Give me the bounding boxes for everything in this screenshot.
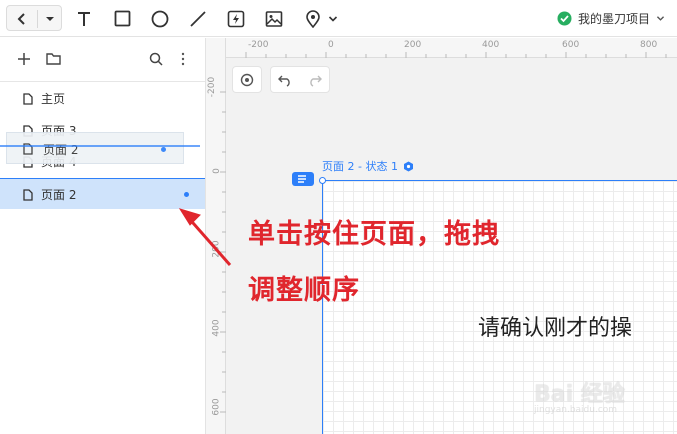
watermark-url: jingyan.baidu.com	[534, 405, 618, 415]
horizontal-ruler: -200 0 200 400 600 800	[206, 38, 677, 58]
more-tools-dropdown[interactable]	[326, 0, 340, 37]
ruler-tick: -200	[207, 76, 218, 98]
artboard-anchor-handle[interactable]	[319, 177, 326, 184]
caret-down-icon	[46, 16, 54, 21]
image-tool-button[interactable]	[262, 0, 286, 37]
ruler-ticks	[245, 52, 667, 58]
line-tool-button[interactable]	[186, 0, 210, 37]
location-pin-icon	[306, 9, 320, 28]
page-icon	[23, 93, 33, 105]
artboard-name: 页面 2 - 状态 1	[322, 160, 398, 173]
rectangle-icon	[114, 10, 130, 27]
target-icon	[240, 73, 254, 86]
back-button[interactable]	[7, 0, 37, 37]
drag-ghost-label: 页面 2	[43, 143, 79, 157]
project-selector[interactable]: 我的墨刀项目	[557, 0, 665, 37]
ruler-tick: 400	[482, 40, 500, 50]
undo-redo-group	[270, 66, 330, 93]
ellipse-tool-button[interactable]	[148, 0, 172, 37]
pages-sidebar: 主页 页面 3 页面 4 页面 2 页面 2	[0, 38, 206, 434]
baidu-watermark: Bai 经验 jingyan.baidu.com	[522, 366, 672, 426]
redo-icon[interactable]	[307, 73, 323, 87]
ruler-tick: 0	[211, 168, 222, 174]
list-icon	[298, 175, 306, 183]
sidebar-header	[0, 38, 205, 82]
location-tool-button[interactable]	[300, 0, 326, 37]
drag-ghost-page[interactable]: 页面 2	[6, 132, 184, 164]
check-circle-icon	[557, 11, 572, 26]
artboard-title[interactable]: 页面 2 - 状态 1	[322, 158, 414, 174]
ruler-tick: 200	[404, 40, 422, 50]
page-label: 页面 2	[41, 187, 77, 202]
interaction-flag-icon[interactable]	[292, 172, 314, 186]
page-item-home[interactable]: 主页	[0, 83, 205, 114]
status-dot	[184, 191, 189, 197]
annotation-arrow-icon	[178, 208, 232, 266]
ruler-tick: 600	[562, 40, 580, 50]
add-page-icon[interactable]	[17, 52, 31, 66]
top-toolbar: 我的墨刀项目	[0, 0, 677, 37]
undo-icon[interactable]	[277, 73, 293, 87]
drop-indicator-line	[0, 145, 200, 147]
text-tool-button[interactable]	[72, 0, 96, 37]
search-icon[interactable]	[149, 52, 163, 66]
folder-icon[interactable]	[46, 52, 61, 65]
history-dropdown-button[interactable]	[38, 0, 62, 37]
canvas-text-element[interactable]: 请确认刚才的操	[478, 310, 632, 342]
ruler-tick: 400	[211, 319, 222, 337]
more-vertical-icon[interactable]	[180, 52, 186, 66]
target-button[interactable]	[232, 66, 262, 93]
page-icon	[23, 189, 33, 201]
rectangle-tool-button[interactable]	[110, 0, 134, 37]
chevron-left-icon	[17, 12, 25, 25]
ruler-tick: -200	[248, 40, 269, 50]
watermark-text: Bai 经验	[534, 382, 625, 407]
annotation-line-2: 调整顺序	[248, 275, 360, 306]
chevron-down-icon	[656, 16, 665, 21]
page-item-2-selected[interactable]: 页面 2	[0, 178, 205, 209]
annotation-line-1: 单击按住页面，拖拽	[248, 219, 500, 250]
status-dot	[161, 147, 166, 152]
back-button-group	[6, 5, 62, 31]
image-icon	[265, 10, 283, 27]
page-label: 主页	[41, 92, 66, 106]
ruler-tick: 600	[211, 398, 222, 416]
chevron-down-icon	[328, 15, 338, 22]
gear-hex-icon	[403, 161, 413, 171]
ruler-tick: 0	[328, 40, 334, 50]
hotspot-tool-button[interactable]	[224, 0, 248, 37]
line-icon	[190, 10, 206, 27]
lightning-box-icon	[227, 10, 245, 27]
project-name: 我的墨刀项目	[577, 12, 650, 26]
ruler-tick: 800	[640, 40, 658, 50]
app-window: 我的墨刀项目 主页 页面 3 页面 2 页面 2 -200 0 200 400 …	[0, 0, 677, 434]
text-icon	[78, 11, 90, 26]
circle-icon	[151, 10, 169, 27]
